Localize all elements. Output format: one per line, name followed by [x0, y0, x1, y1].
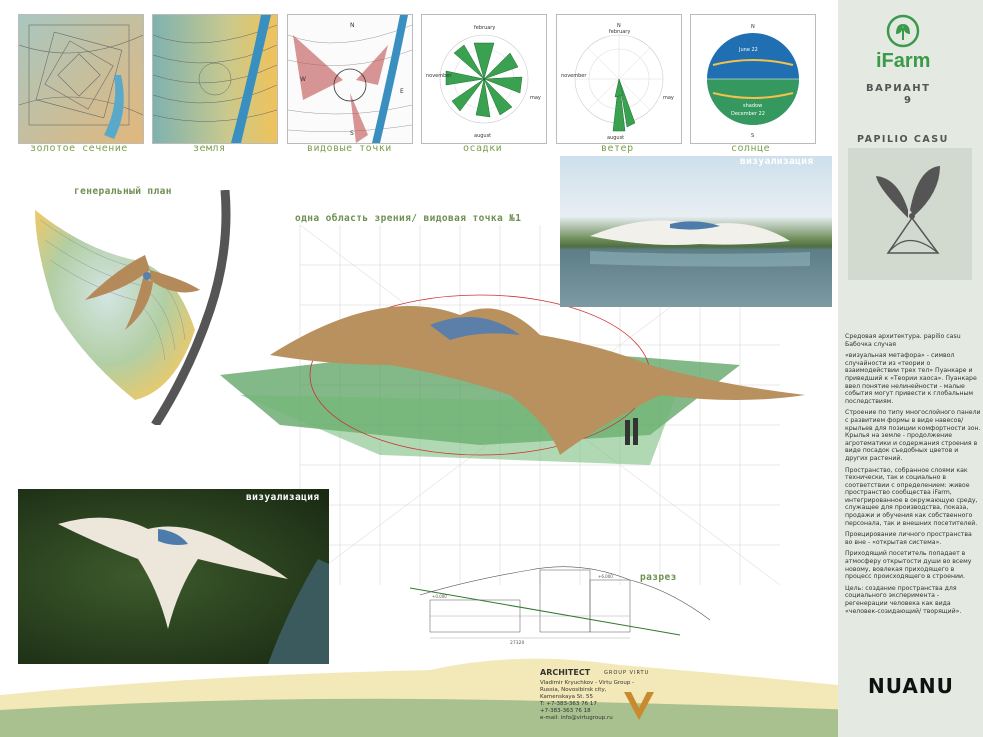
architect-label: ARCHITECT: [540, 668, 591, 677]
precip-label-left: november: [426, 73, 452, 79]
butterfly-emblem: [848, 148, 972, 280]
precip-label-right: may: [530, 95, 541, 101]
sun-label-december: December 22: [731, 111, 765, 117]
description-paragraph: Проецирование личного пространства во вн…: [845, 531, 972, 546]
contact-line: +7-383-363 76 18: [540, 708, 591, 714]
caption-golden-section: золотое сечение: [30, 143, 128, 154]
land-thumbnail: [152, 14, 278, 144]
nuanu-signature: NUANU: [868, 674, 954, 698]
top-visualization-render: [560, 156, 832, 307]
contact-line: Vladimir Kryuchkov - Virtu Group -: [540, 680, 635, 686]
wind-label-right: may: [663, 95, 674, 101]
variant-number: 9: [904, 95, 911, 106]
east-mark: E: [400, 88, 404, 95]
project-name: PAPILIO CASU: [857, 134, 949, 145]
contact-line: Russia, Novosibirsk city,: [540, 687, 607, 693]
wind-label-left: november: [561, 73, 587, 79]
top-visualization-title: визуализация: [740, 156, 814, 167]
sun-diagram-thumbnail: N June 22 shadow December 22 S: [690, 14, 816, 144]
precip-label-top: february: [474, 25, 495, 31]
project-description: Средовая архитектура. papilio casu Бабоч…: [845, 333, 981, 619]
ifarm-logo-icon: [886, 14, 920, 48]
sun-south: S: [751, 133, 754, 139]
bottom-visualization-title: визуализация: [246, 492, 320, 503]
description-paragraph: Пространство, собранное слоями как техни…: [845, 466, 978, 527]
description-paragraph: Цель: создание пространства для социальн…: [845, 584, 962, 615]
ifarm-logo-text: iFarm: [876, 50, 931, 72]
bottom-decor-band: [0, 658, 983, 737]
wind-rose-thumbnail: N february november may august: [556, 14, 682, 144]
precipitation-rose-thumbnail: february november may august: [421, 14, 547, 144]
north-mark: N: [350, 22, 355, 29]
sun-label-june: June 22: [738, 47, 758, 53]
west-mark: W: [300, 76, 306, 83]
wind-label-top: february: [609, 29, 630, 35]
wind-label-bottom: august: [607, 135, 624, 141]
description-paragraph: «визуальная метафора» - символ случайнос…: [845, 352, 977, 405]
caption-view-points: видовые точки: [307, 143, 392, 154]
golden-section-thumbnail: [18, 14, 144, 144]
group-label: GROUP VIRTU: [604, 670, 650, 676]
view-point-title: одна область зрения/ видовая точка №1: [295, 213, 522, 224]
sun-label-shadow: shadow: [743, 103, 762, 109]
contact-line: T: +7-383-363 76 17: [540, 701, 597, 707]
contact-line: Kamenskaya St. 55: [540, 694, 593, 700]
section-drawing: 27320 +0.000 +6.000: [410, 566, 711, 645]
caption-sun: солнце: [731, 143, 771, 154]
caption-wind: ветер: [601, 143, 634, 154]
south-mark: S: [350, 130, 354, 137]
contact-block: Vladimir Kryuchkov - Virtu Group - Russi…: [540, 680, 634, 722]
precip-label-bottom: august: [474, 133, 491, 139]
description-paragraph: Приходящий посетитель попадает в атмосфе…: [845, 550, 972, 581]
sun-north: N: [751, 24, 755, 30]
virtu-logo-icon: [624, 692, 654, 720]
bottom-visualization-render: [18, 489, 329, 664]
section-level-left: +0.000: [432, 594, 447, 599]
variant-label: ВАРИАНТ: [866, 83, 931, 94]
caption-land: земля: [193, 143, 226, 154]
description-paragraph: Средовая архитектура. papilio casu Бабоч…: [845, 333, 961, 348]
description-paragraph: Строение по типу многослойного панели с …: [845, 409, 981, 462]
section-level-right: +6.000: [598, 574, 613, 579]
contact-line[interactable]: e-mail: info@virtugroup.ru: [540, 715, 634, 722]
view-points-thumbnail: N W E S: [287, 14, 413, 144]
caption-precipitation: осадки: [463, 143, 503, 154]
